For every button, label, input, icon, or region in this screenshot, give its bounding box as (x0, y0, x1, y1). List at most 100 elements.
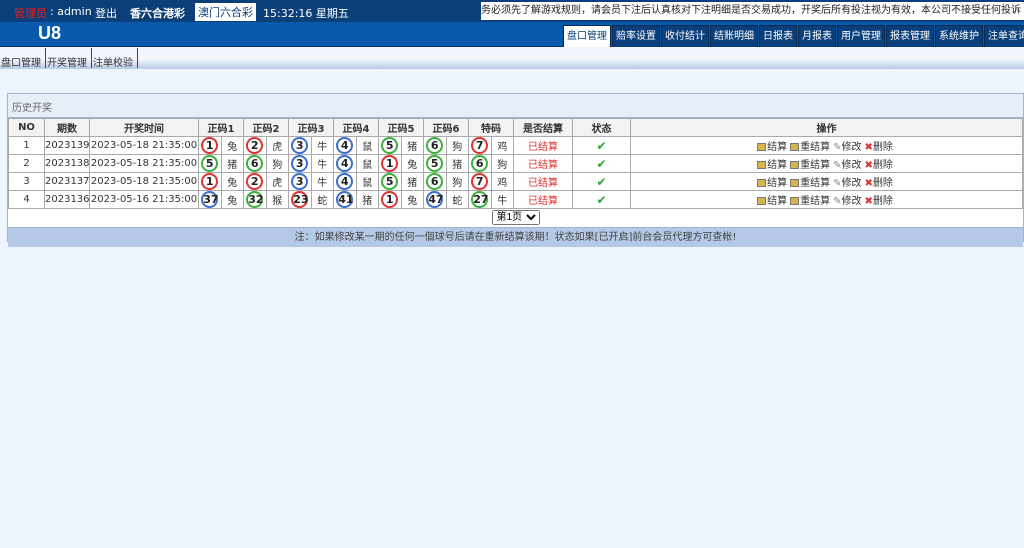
action-label: 修改 (841, 178, 862, 189)
row-no: 1 (8, 136, 45, 155)
number-ball: 37 (201, 191, 219, 208)
action-label: 删除 (872, 160, 893, 171)
pencil-icon: ✎ (833, 196, 842, 207)
number-ball: 4 (336, 155, 354, 172)
action-3[interactable]: ✖删除 (865, 196, 893, 207)
action-2[interactable]: ✎修改 (833, 196, 861, 207)
tab-4[interactable]: 日报表 (759, 25, 797, 47)
action-0[interactable]: 结算 (757, 196, 787, 207)
zodiac: 狗 (445, 136, 469, 155)
number-ball: 41 (336, 191, 354, 208)
number-ball: 4 (336, 137, 354, 154)
delete-icon: ✖ (864, 196, 873, 207)
ball-cell: 3 (288, 136, 312, 155)
tab-1[interactable]: 赔率设置 (612, 25, 660, 47)
subnav-item-0[interactable]: 盘口管理 (0, 48, 46, 69)
logo: U8 (38, 23, 62, 43)
subnav-item-2[interactable]: 注单校验 (92, 48, 138, 69)
tab-7[interactable]: 报表管理 (886, 25, 934, 47)
actions-cell: 结算 重结算 ✎修改 ✖删除 (630, 136, 1023, 155)
action-3[interactable]: ✖删除 (865, 160, 893, 171)
col-header: 正码2 (243, 118, 289, 137)
zodiac: 鼠 (355, 154, 379, 173)
number-ball: 7 (471, 137, 489, 154)
ball-cell: 1 (198, 172, 222, 191)
save-icon (790, 197, 800, 205)
lottery-hk[interactable]: 香六合港彩 (130, 5, 185, 21)
action-1[interactable]: 重结算 (790, 196, 830, 207)
tab-8[interactable]: 系统维护 (935, 25, 983, 47)
number-ball: 1 (201, 173, 219, 190)
zodiac: 蛇 (310, 190, 334, 209)
ball-cell: 1 (378, 190, 402, 209)
number-ball: 47 (426, 191, 444, 208)
tab-3[interactable]: 结账明细 (710, 25, 758, 47)
action-1[interactable]: 重结算 (790, 160, 830, 171)
check-icon[interactable]: ✔ (596, 139, 606, 153)
zodiac: 虎 (265, 136, 289, 155)
col-header: 正码1 (198, 118, 244, 137)
tab-0[interactable]: 盘口管理 (563, 25, 611, 47)
ball-cell: 4 (333, 136, 357, 155)
ball-cell: 41 (333, 190, 357, 209)
ball-cell: 5 (378, 172, 402, 191)
page-select[interactable]: 第1页 (491, 210, 540, 225)
check-icon[interactable]: ✔ (596, 157, 606, 171)
zodiac: 虎 (265, 172, 289, 191)
status-cell: ✔ (572, 190, 631, 209)
action-3[interactable]: ✖删除 (865, 142, 893, 153)
number-ball: 6 (471, 155, 489, 172)
tab-9[interactable]: 注单查询 (984, 25, 1024, 47)
action-1[interactable]: 重结算 (790, 142, 830, 153)
check-icon[interactable]: ✔ (596, 175, 606, 189)
action-3[interactable]: ✖删除 (865, 178, 893, 189)
issue: 2023136 (44, 190, 90, 209)
number-ball: 32 (246, 191, 264, 208)
logout-link[interactable]: 登出 (95, 5, 117, 21)
action-0[interactable]: 结算 (757, 178, 787, 189)
number-ball: 6 (426, 137, 444, 154)
ball-cell: 3 (288, 154, 312, 173)
issue: 2023138 (44, 154, 90, 173)
ball-cell: 1 (378, 154, 402, 173)
col-header: 状态 (572, 118, 631, 137)
save-icon (790, 161, 800, 169)
action-2[interactable]: ✎修改 (833, 142, 861, 153)
tab-2[interactable]: 收付结计 (661, 25, 709, 47)
number-ball: 6 (246, 155, 264, 172)
tab-5[interactable]: 月报表 (798, 25, 836, 47)
action-label: 修改 (841, 160, 862, 171)
zodiac: 猪 (355, 190, 379, 209)
zodiac: 兔 (220, 136, 244, 155)
action-2[interactable]: ✎修改 (833, 178, 861, 189)
top-bar: 管理员 : admin 登出 香六合港彩 澳门六合彩 15:32:16 星期五 … (0, 0, 1024, 22)
action-1[interactable]: 重结算 (790, 178, 830, 189)
action-label: 重结算 (800, 178, 831, 189)
tab-6[interactable]: 用户管理 (837, 25, 885, 47)
number-ball: 3 (291, 155, 309, 172)
col-header: 正码4 (333, 118, 379, 137)
lottery-macau[interactable]: 澳门六合彩 (195, 3, 256, 21)
zodiac: 兔 (400, 190, 424, 209)
action-label: 修改 (841, 142, 862, 153)
action-0[interactable]: 结算 (757, 142, 787, 153)
settled-status: 已结算 (513, 190, 573, 209)
action-label: 结算 (767, 142, 788, 153)
number-ball: 1 (381, 191, 399, 208)
action-label: 删除 (872, 142, 893, 153)
subnav-item-1[interactable]: 开奖管理 (46, 48, 92, 69)
action-2[interactable]: ✎修改 (833, 160, 861, 171)
actions-cell: 结算 重结算 ✎修改 ✖删除 (630, 154, 1023, 173)
zodiac: 狗 (490, 154, 514, 173)
check-icon[interactable]: ✔ (596, 193, 606, 207)
ball-cell: 3 (288, 172, 312, 191)
action-0[interactable]: 结算 (757, 160, 787, 171)
issue: 2023137 (44, 172, 90, 191)
ball-cell: 6 (423, 172, 447, 191)
number-ball: 5 (381, 173, 399, 190)
ball-cell: 47 (423, 190, 447, 209)
zodiac: 猪 (220, 154, 244, 173)
zodiac: 牛 (490, 190, 514, 209)
ball-cell: 7 (468, 136, 492, 155)
col-header: NO (8, 118, 45, 137)
